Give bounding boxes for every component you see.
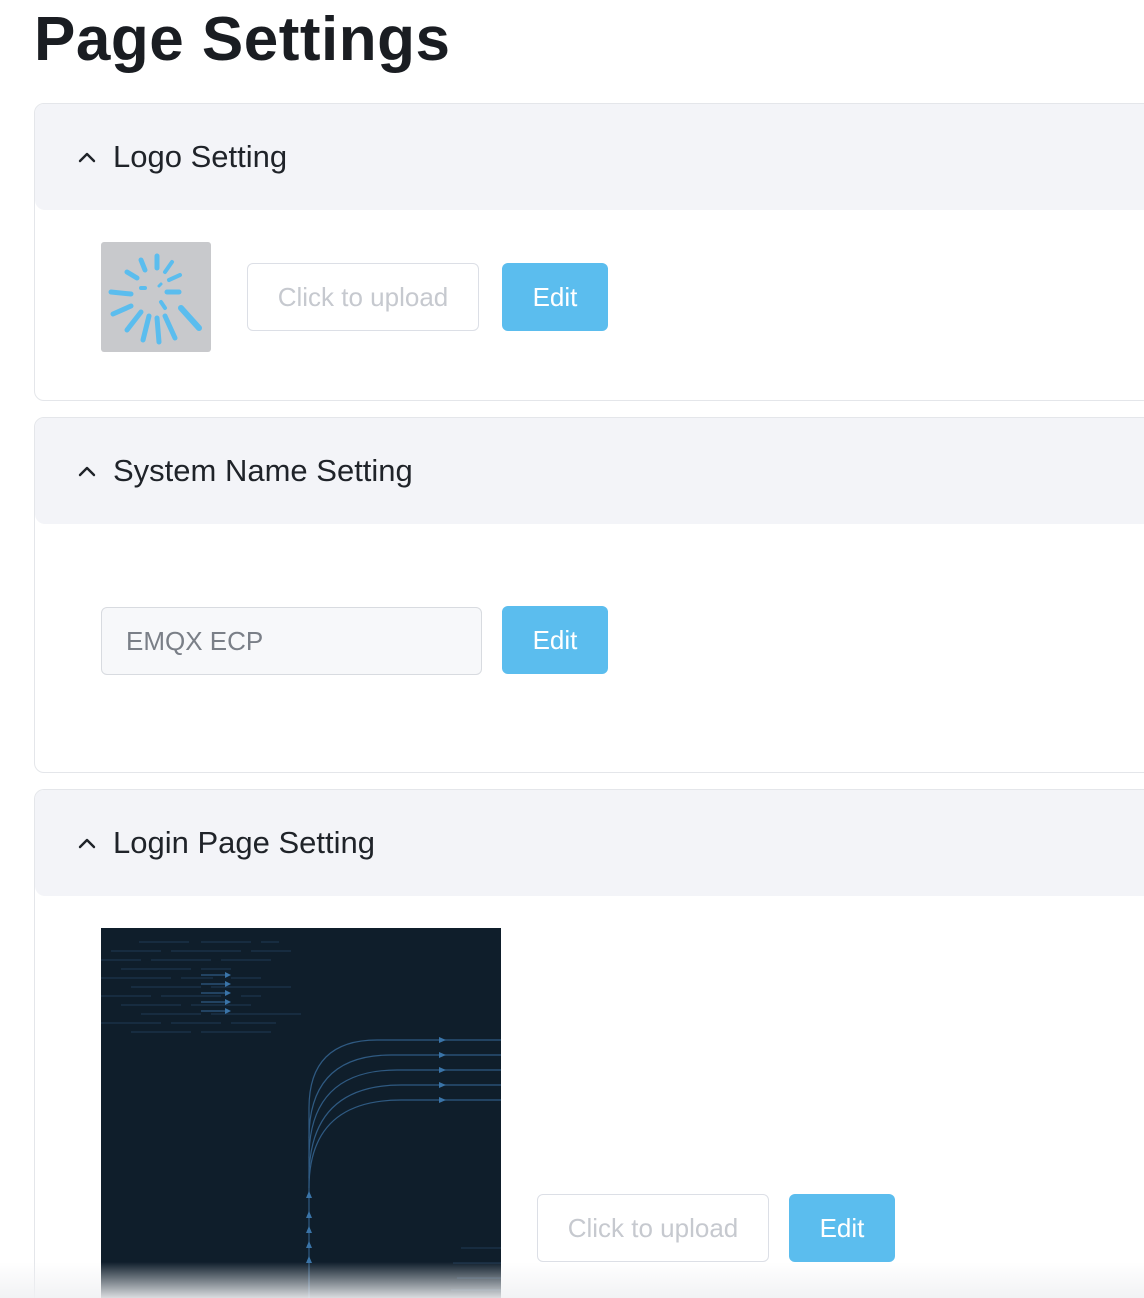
page-title: Page Settings	[34, 5, 451, 74]
system-name-setting-panel: System Name Setting EMQX ECP Edit	[34, 417, 1144, 773]
system-name-setting-header[interactable]: System Name Setting	[35, 418, 1144, 524]
logo-preview	[101, 242, 211, 352]
chevron-up-icon[interactable]	[77, 147, 97, 167]
login-background-preview	[101, 928, 501, 1298]
login-page-setting-title: Login Page Setting	[113, 825, 375, 860]
logo-setting-header[interactable]: Logo Setting	[35, 104, 1144, 210]
logo-upload-button[interactable]: Click to upload	[247, 263, 479, 331]
login-page-setting-header[interactable]: Login Page Setting	[35, 790, 1144, 896]
chevron-up-icon[interactable]	[77, 461, 97, 481]
network-lines-graphic	[101, 941, 501, 1298]
login-page-setting-panel: Login Page Setting Click to upload Edit	[34, 789, 1144, 1298]
loading-spinner-icon	[108, 253, 202, 345]
system-name-input[interactable]: EMQX ECP	[101, 607, 482, 675]
logo-setting-title: Logo Setting	[113, 139, 288, 174]
login-page-edit-button[interactable]: Edit	[789, 1194, 895, 1262]
logo-edit-button[interactable]: Edit	[502, 263, 608, 331]
system-name-edit-button[interactable]: Edit	[502, 606, 608, 674]
chevron-up-icon[interactable]	[77, 833, 97, 853]
login-background-upload-button[interactable]: Click to upload	[537, 1194, 769, 1262]
system-name-setting-title: System Name Setting	[113, 453, 413, 488]
logo-setting-panel: Logo Setting Click to upload Edit	[34, 103, 1144, 401]
